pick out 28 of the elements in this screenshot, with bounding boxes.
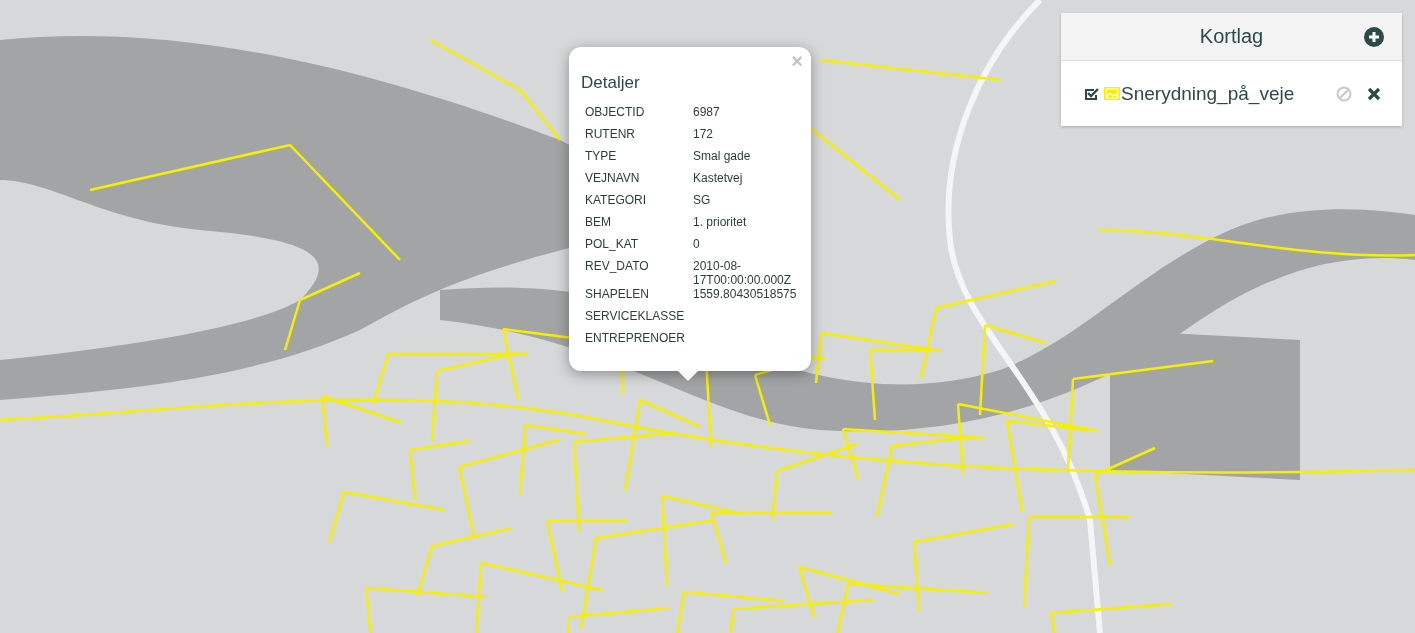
layer-name: Snerydning_på_veje	[1121, 82, 1296, 105]
field-label: REV_DATO	[584, 259, 650, 275]
field-value: SG	[692, 193, 712, 209]
layer-checkbox[interactable]	[1083, 85, 1099, 102]
field-label: KATEGORI	[584, 193, 648, 209]
field-label: SERVICEKLASSE	[584, 309, 686, 325]
field-value: 172	[692, 127, 715, 143]
field-value: 0	[692, 237, 701, 253]
field-value: 1559.80430518575	[692, 287, 798, 303]
field-label: SHAPELEN	[584, 287, 651, 303]
remove-icon[interactable]	[1366, 85, 1382, 102]
field-value: 6987	[692, 105, 721, 121]
field-label: OBJECTID	[584, 105, 646, 121]
field-value: Kastetvej	[692, 171, 744, 187]
field-label: TYPE	[584, 149, 618, 165]
field-label: POL_KAT	[584, 237, 640, 253]
field-value: 2010-08-17T00:00:00.000Z	[692, 259, 793, 287]
field-label: ENTREPRENOER	[584, 331, 686, 347]
close-button[interactable]: ×	[789, 50, 805, 73]
panel-title: Kortlag	[1199, 25, 1264, 48]
field-label: RUTENR	[584, 127, 636, 143]
image-icon	[1104, 87, 1120, 100]
field-value: 1. prioritet	[692, 215, 748, 231]
field-label: VEJNAVN	[584, 171, 641, 187]
popup-title: Detaljer	[581, 73, 641, 93]
field-value: Smal gade	[692, 149, 752, 165]
field-label: BEM	[584, 215, 612, 231]
add-icon[interactable]	[1364, 27, 1384, 47]
